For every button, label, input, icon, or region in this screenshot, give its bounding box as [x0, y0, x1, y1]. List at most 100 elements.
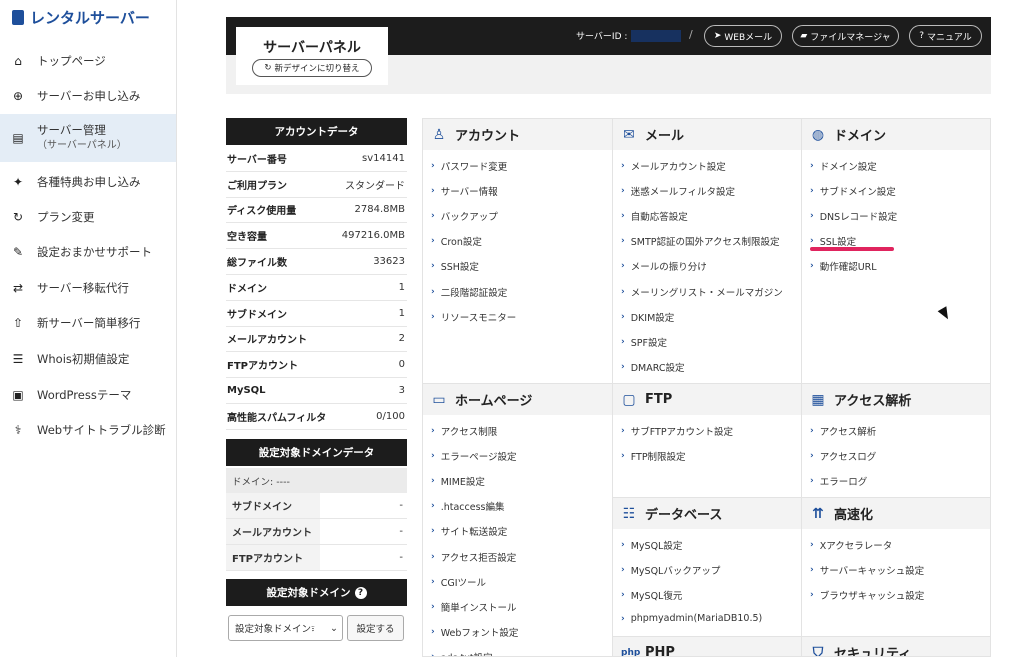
section-link-homepage[interactable]: › MIME設定 — [431, 474, 485, 488]
domain-data-value: - — [399, 552, 403, 563]
section-link-account[interactable]: › サーバー情報 — [431, 184, 498, 198]
section-link-account[interactable]: › 二段階認証設定 — [431, 285, 507, 299]
section-link-mail[interactable]: › メールの振り分け — [621, 259, 707, 273]
section-link-mail[interactable]: › DMARC設定 — [621, 360, 685, 374]
sidebar-item-benefits[interactable]: ✦ 各種特典お申し込み — [0, 171, 176, 193]
section-link-label: SMTP認証の国外アクセス制限設定 — [630, 237, 780, 249]
stethoscope-icon: ⚕ — [14, 423, 22, 437]
section-link-mail[interactable]: › SMTP認証の国外アクセス制限設定 — [621, 234, 780, 248]
sidebar-item-top[interactable]: ⌂ トップページ — [0, 50, 176, 72]
section-link-label: .htaccess編集 — [440, 502, 505, 514]
section-link-mail[interactable]: › DKIM設定 — [621, 310, 674, 324]
section-link-analytics[interactable]: › エラーログ — [810, 474, 867, 488]
section-link-homepage[interactable]: › CGIツール — [431, 575, 486, 589]
section-link-domain[interactable]: › ドメイン設定 — [810, 159, 877, 173]
section-link-database[interactable]: › MySQLバックアップ — [621, 563, 720, 577]
chevron-right-icon: › — [621, 613, 625, 624]
sidebar-item-server-apply[interactable]: ⊕ サーバーお申し込み — [0, 85, 176, 107]
section-link-label: CGIツール — [440, 577, 487, 589]
section-link-account[interactable]: › Cron設定 — [431, 234, 482, 248]
section-link-ftp[interactable]: › サブFTPアカウント設定 — [621, 424, 733, 438]
section-link-mail[interactable]: › メールアカウント設定 — [621, 159, 726, 173]
section-link-database[interactable]: › phpmyadmin(MariaDB10.5) — [621, 613, 762, 624]
section-link-account[interactable]: › SSH設定 — [431, 259, 479, 273]
section-link-homepage[interactable]: › サイト転送設定 — [431, 524, 507, 538]
chevron-right-icon: › — [431, 426, 435, 436]
chevron-right-icon: › — [621, 186, 625, 197]
manual-button[interactable]: ? マニュアル — [909, 25, 982, 47]
section-link-mail[interactable]: › メーリングリスト・メールマガジン — [621, 285, 783, 299]
section-link-analytics[interactable]: › アクセス解析 — [810, 424, 876, 438]
target-domain-row: ドメイン: ---- — [226, 468, 407, 493]
set-domain-button[interactable]: 設定する — [347, 615, 404, 641]
section-link-account[interactable]: › リソースモニター — [431, 310, 516, 324]
section-link-speed[interactable]: › Xアクセラレータ — [810, 538, 892, 552]
section-link-mail[interactable]: › SPF設定 — [621, 335, 667, 349]
chevron-right-icon: › — [810, 590, 814, 601]
account-data-key: サーバー番号 — [227, 154, 287, 166]
gift-icon: ✦ — [12, 175, 24, 189]
chevron-right-icon: › — [621, 426, 625, 436]
section-link-homepage[interactable]: › アクセス制限 — [431, 424, 497, 438]
section-link-domain[interactable]: › SSL設定 — [810, 234, 856, 248]
section-link-database[interactable]: › MySQL復元 — [621, 588, 682, 602]
chevron-right-icon: › — [810, 426, 814, 436]
section-title: 高速化 — [834, 508, 874, 523]
sidebar-item-easy-migration[interactable]: ⇧ 新サーバー簡単移行 — [0, 312, 176, 334]
section-link-ftp[interactable]: › FTP制限設定 — [621, 449, 686, 463]
target-domain-select-value: 設定対象ドメイン፣ — [235, 624, 315, 635]
target-domain-header: 設定対象ドメイン ? — [226, 579, 407, 606]
account-data-key: 高性能スパムフィルタ — [227, 412, 327, 424]
chevron-right-icon: › — [431, 236, 435, 247]
target-domain-select[interactable]: 設定対象ドメイン፣ ⌄ — [228, 615, 343, 641]
account-data-key: 空き容量 — [227, 232, 267, 244]
chevron-right-icon: › — [621, 451, 625, 462]
target-domain-title: 設定対象ドメイン — [266, 587, 351, 599]
account-data-key: 総ファイル数 — [227, 258, 287, 270]
sidebar-item-site-diagnosis[interactable]: ⚕ Webサイトトラブル診断 — [0, 419, 176, 441]
sidebar-item-whois[interactable]: ☰ Whois初期値設定 — [0, 348, 176, 370]
section-title: FTP — [645, 392, 673, 407]
section-link-mail[interactable]: › 自動応答設定 — [621, 209, 688, 223]
section-link-homepage[interactable]: › .htaccess編集 — [431, 499, 505, 513]
chevron-right-icon: › — [431, 211, 435, 222]
domain-data-row: メールアカウント - — [226, 519, 407, 545]
section-link-domain[interactable]: › サブドメイン設定 — [810, 184, 896, 198]
section-header-homepage: ▭ ホームページ — [423, 384, 612, 415]
sidebar-item-wordpress-theme[interactable]: ▣ WordPressテーマ — [0, 384, 176, 406]
section-link-mail[interactable]: › 迷惑メールフィルタ設定 — [621, 184, 735, 198]
account-data-key: メールアカウント — [227, 335, 307, 347]
question-icon: ? — [919, 31, 925, 41]
sidebar-item-plan-change[interactable]: ↻ プラン変更 — [0, 206, 176, 228]
sidebar-item-server-manage[interactable]: ▤ サーバー管理 （サーバーパネル） — [0, 114, 176, 162]
brand[interactable]: レンタルサーバー — [12, 7, 150, 28]
section-link-homepage[interactable]: › アクセス拒否設定 — [431, 550, 516, 564]
section-link-account[interactable]: › バックアップ — [431, 209, 498, 223]
section-link-label: エラーページ設定 — [440, 452, 517, 464]
section-link-homepage[interactable]: › 簡単インストール — [431, 600, 517, 614]
help-icon[interactable]: ? — [354, 586, 367, 599]
section-link-speed[interactable]: › ブラウザキャッシュ設定 — [810, 588, 924, 602]
section-link-label: アクセス解析 — [819, 427, 877, 438]
sidebar-item-setup-support[interactable]: ✎ 設定おまかせサポート — [0, 241, 176, 263]
new-design-button[interactable]: ↻ 新デザインに切り替え — [252, 59, 372, 77]
section-link-domain[interactable]: › DNSレコード設定 — [810, 209, 897, 223]
sidebar-item-migration-service[interactable]: ⇄ サーバー移転代行 — [0, 277, 176, 299]
webmail-button[interactable]: ➤ WEBメール — [704, 25, 782, 47]
section-link-homepage[interactable]: › Webフォント設定 — [431, 625, 518, 639]
new-design-label: 新デザインに切り替え — [274, 64, 360, 74]
section-link-domain[interactable]: › 動作確認URL — [810, 259, 877, 273]
account-data-row: メールアカウント 2 — [226, 327, 407, 353]
section-link-analytics[interactable]: › アクセスログ — [810, 449, 876, 463]
server-id: サーバーID : — [576, 29, 682, 42]
account-data-row: 空き容量 497216.0MB — [226, 223, 407, 250]
section-link-homepage[interactable]: › ads.txt設定 — [431, 650, 493, 656]
section-link-account[interactable]: › パスワード変更 — [431, 159, 507, 173]
section-link-label: アクセスログ — [819, 452, 877, 464]
file-manager-button[interactable]: ▰ ファイルマネージャ — [792, 25, 899, 47]
chevron-right-icon: › — [431, 601, 435, 612]
section-link-database[interactable]: › MySQL設定 — [621, 538, 682, 552]
section-link-label: アクセス制限 — [440, 427, 498, 438]
section-link-homepage[interactable]: › エラーページ設定 — [431, 449, 517, 463]
section-link-speed[interactable]: › サーバーキャッシュ設定 — [810, 563, 924, 577]
